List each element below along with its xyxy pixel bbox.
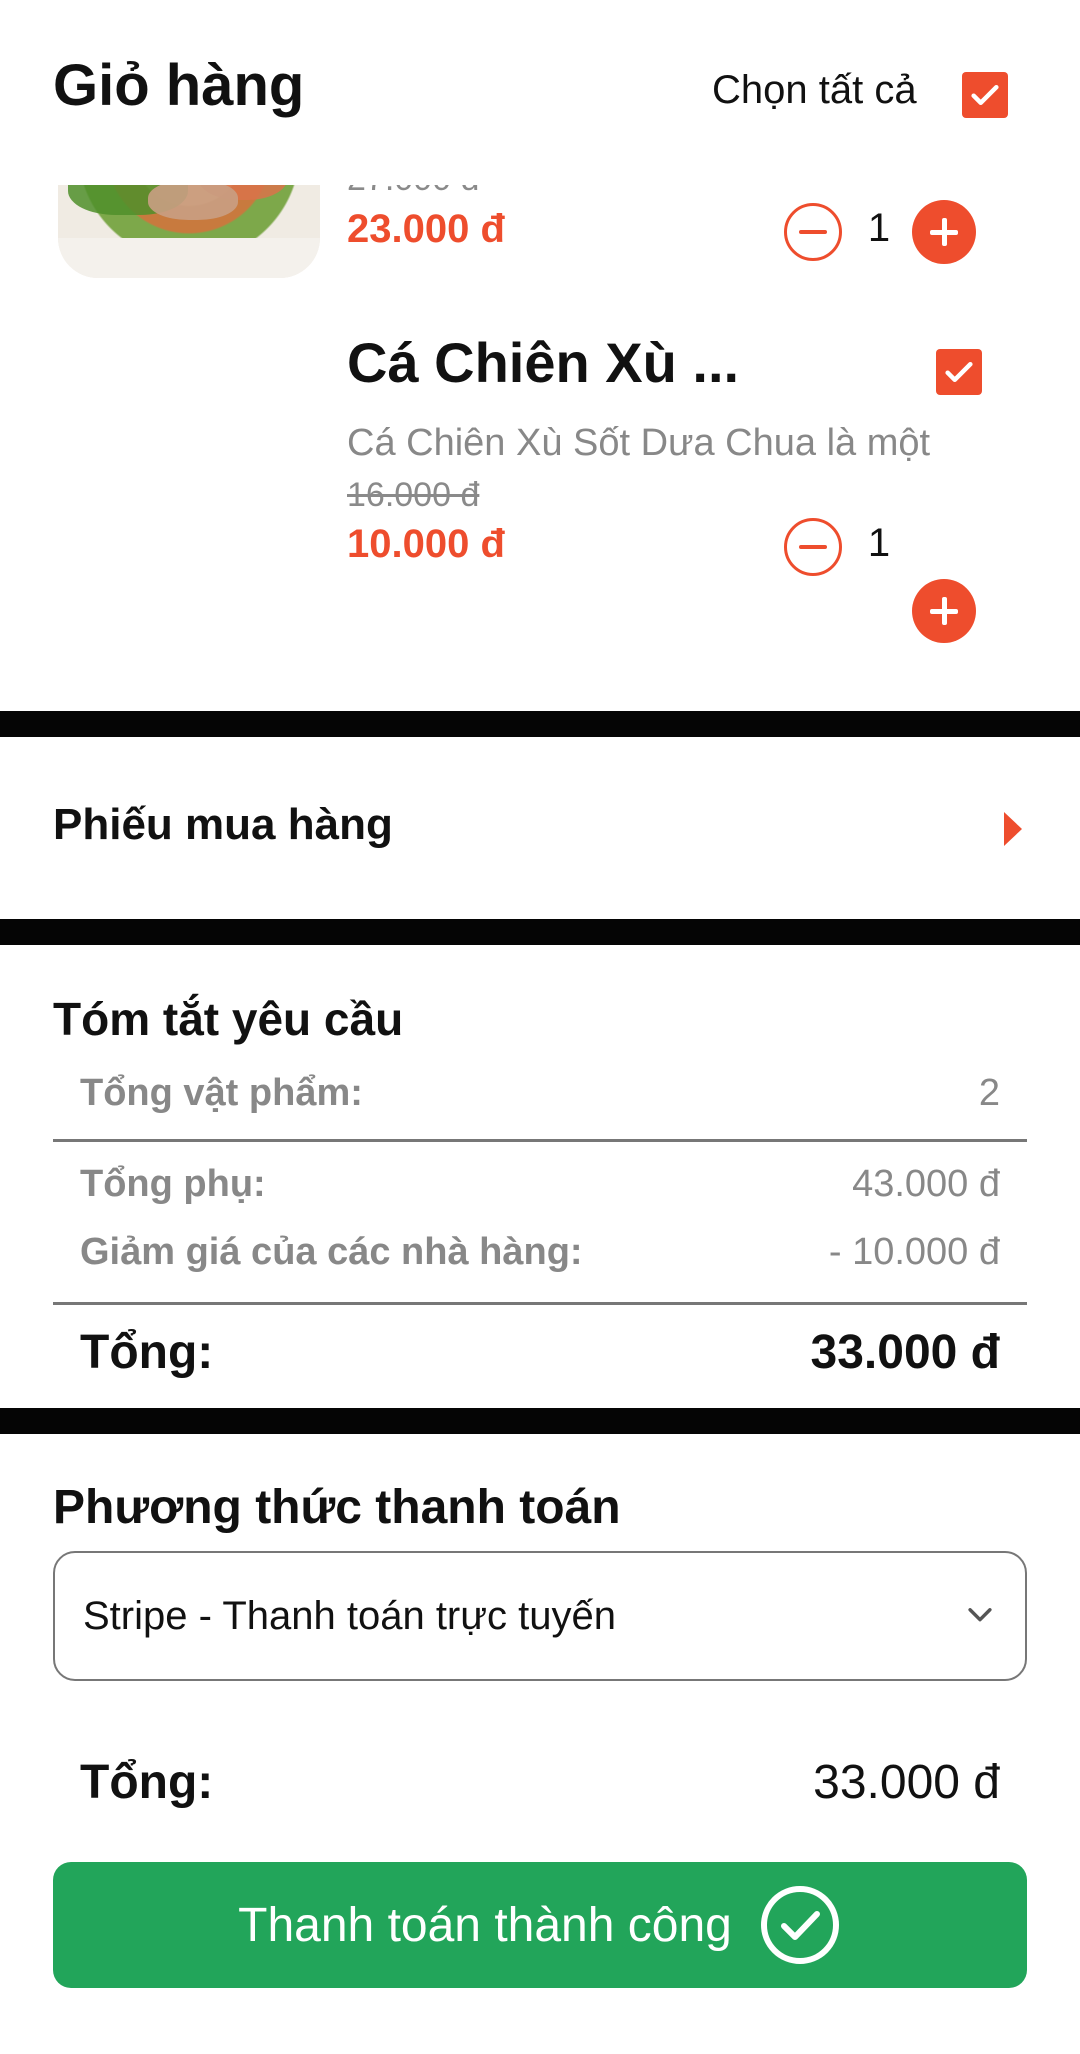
item-name: Cá Chiên Xù ...: [347, 331, 740, 394]
total-items-label: Tổng vật phẩm:: [80, 1072, 363, 1114]
final-total-value: 33.000 đ: [813, 1756, 1000, 1809]
subtotal-label: Tổng phụ:: [80, 1163, 266, 1205]
item-old-price: 16.000 đ: [347, 476, 480, 514]
item-description: Cá Chiên Xù Sốt Dưa Chua là một: [347, 422, 931, 464]
page-title: Giỏ hàng: [53, 53, 305, 118]
select-all-checkbox[interactable]: [962, 72, 1008, 118]
section-divider: [0, 711, 1080, 737]
caret-right-icon: [1004, 812, 1022, 846]
increase-quantity-button[interactable]: [912, 579, 976, 643]
final-total-label: Tổng:: [80, 1756, 214, 1809]
item-quantity: 1: [867, 206, 891, 250]
chevron-down-icon: [963, 1597, 997, 1636]
decrease-quantity-button[interactable]: [784, 518, 842, 576]
item-checkbox[interactable]: [936, 349, 982, 395]
checkmark-icon: [945, 361, 973, 383]
discount-value: - 10.000 đ: [828, 1231, 1000, 1273]
item-price: 23.000 đ: [347, 207, 505, 251]
total-value: 33.000 đ: [810, 1326, 1000, 1379]
checkout-button[interactable]: Thanh toán thành công: [53, 1862, 1027, 1988]
minus-icon: [799, 545, 827, 549]
divider: [53, 1302, 1027, 1305]
checkout-button-label: Thanh toán thành công: [238, 1898, 732, 1952]
check-circle-icon: [760, 1886, 839, 1964]
subtotal-value: 43.000 đ: [852, 1163, 1000, 1205]
cart-header: Giỏ hàng Chọn tất cả: [0, 0, 1080, 185]
payment-method-value: Stripe - Thanh toán trực tuyến: [83, 1593, 616, 1638]
item-quantity: 1: [867, 521, 891, 565]
total-label: Tổng:: [80, 1326, 214, 1379]
minus-icon: [799, 230, 827, 234]
item-price: 10.000 đ: [347, 522, 505, 566]
payment-method-title: Phương thức thanh toán: [53, 1481, 621, 1534]
payment-method-select[interactable]: Stripe - Thanh toán trực tuyến: [53, 1551, 1027, 1681]
voucher-row[interactable]: Phiếu mua hàng: [0, 737, 1080, 919]
summary-title: Tóm tắt yêu cầu: [53, 993, 404, 1045]
select-all-label: Chọn tất cả: [712, 68, 917, 112]
checkmark-icon: [971, 84, 999, 106]
divider: [53, 1139, 1027, 1142]
increase-quantity-button[interactable]: [912, 200, 976, 264]
total-items-value: 2: [978, 1072, 1000, 1114]
voucher-label: Phiếu mua hàng: [53, 800, 393, 849]
section-divider: [0, 1408, 1080, 1434]
discount-label: Giảm giá của các nhà hàng:: [80, 1231, 583, 1273]
decrease-quantity-button[interactable]: [784, 203, 842, 261]
section-divider: [0, 919, 1080, 945]
